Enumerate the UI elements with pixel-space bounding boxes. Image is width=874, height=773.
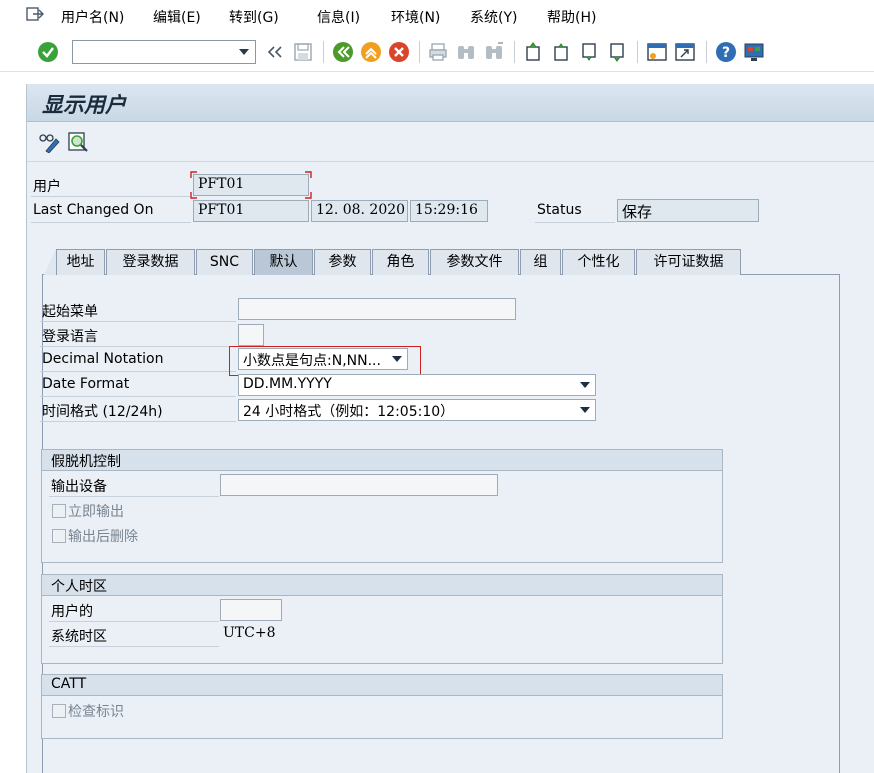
last-changed-time-field: 15:29:16 <box>410 200 488 222</box>
tab-groups[interactable]: 组 <box>520 249 561 275</box>
save-icon[interactable] <box>292 41 314 63</box>
find-icon[interactable] <box>455 41 477 63</box>
last-page-icon[interactable] <box>606 41 628 63</box>
menu-system[interactable]: 系统(Y) <box>470 7 517 27</box>
system-timezone-value: UTC+8 <box>223 625 276 641</box>
last-changed-label: Last Changed On <box>33 202 154 218</box>
spool-control-group: 假脱机控制 输出设备 立即输出 输出后删除 <box>41 449 723 563</box>
standard-toolbar: ? <box>0 32 874 72</box>
tab-strip: 地址 登录数据 SNC 默认 参数 角色 参数文件 组 个性化 许可证数据 <box>42 249 842 275</box>
print-icon[interactable] <box>427 41 449 63</box>
date-format-value: DD.MM.YYYY <box>243 376 332 392</box>
personal-timezone-group: 个人时区 用户的 系统时区 UTC+8 <box>41 574 723 664</box>
last-changed-date-field: 12. 08. 2020 <box>311 200 408 222</box>
chevron-down-icon[interactable] <box>239 49 249 55</box>
group-header: CATT <box>42 675 722 696</box>
print-immediately-checkbox[interactable] <box>52 504 66 518</box>
tab-license-data[interactable]: 许可证数据 <box>636 249 741 275</box>
spool-control-title: 假脱机控制 <box>51 454 121 470</box>
logon-language-field[interactable] <box>238 324 264 346</box>
application-toolbar <box>27 122 874 162</box>
start-menu-label: 起始菜单 <box>42 304 98 320</box>
next-page-icon[interactable] <box>578 41 600 63</box>
output-device-label: 输出设备 <box>51 479 107 495</box>
main-frame: 显示用户 用户 PFT01 Last Changed On PFT01 12. … <box>26 84 874 773</box>
logon-language-label: 登录语言 <box>42 329 98 345</box>
tab-snc[interactable]: SNC <box>196 249 253 275</box>
menu-bar: 用户名(N) 编辑(E) 转到(G) 信息(I) 环境(N) 系统(Y) 帮助(… <box>0 0 874 32</box>
catt-title: CATT <box>51 676 87 692</box>
cancel-icon[interactable] <box>388 41 410 63</box>
user-timezone-field[interactable] <box>220 599 282 621</box>
time-format-label: 时间格式 (12/24h) <box>42 404 163 420</box>
last-changed-user-field: PFT01 <box>193 200 309 222</box>
title-bar: 显示用户 <box>27 84 874 122</box>
print-immediately-label: 立即输出 <box>68 504 124 520</box>
help-icon[interactable]: ? <box>715 41 737 63</box>
chevron-down-icon[interactable] <box>580 382 590 388</box>
prev-page-icon[interactable] <box>550 41 572 63</box>
start-menu-field[interactable] <box>238 298 516 320</box>
toolbar-spacer <box>0 72 874 84</box>
exit-session-icon[interactable] <box>26 6 44 22</box>
status-field: 保存 <box>617 199 759 222</box>
tab-roles[interactable]: 角色 <box>372 249 429 275</box>
group-header: 个人时区 <box>42 575 722 596</box>
date-format-label: Date Format <box>42 376 130 392</box>
tab-parameters[interactable]: 参数 <box>314 249 371 275</box>
command-field[interactable] <box>72 40 256 64</box>
tab-defaults[interactable]: 默认 <box>254 249 313 275</box>
chevron-down-icon[interactable] <box>580 407 590 413</box>
output-device-field[interactable] <box>220 474 498 496</box>
check-flag-checkbox[interactable] <box>52 704 66 718</box>
double-left-icon[interactable] <box>264 41 286 63</box>
user-timezone-label: 用户的 <box>51 604 93 620</box>
delete-after-output-checkbox[interactable] <box>52 529 66 543</box>
group-header: 假脱机控制 <box>42 450 722 471</box>
menu-user-name[interactable]: 用户名(N) <box>61 7 124 27</box>
menu-help[interactable]: 帮助(H) <box>547 7 596 27</box>
other-user-icon[interactable] <box>67 131 89 153</box>
delete-after-output-label: 输出后删除 <box>68 529 138 545</box>
new-session-icon[interactable] <box>646 41 668 63</box>
highlight-box <box>229 346 421 376</box>
user-label: 用户 <box>33 179 61 195</box>
tab-address[interactable]: 地址 <box>56 249 105 275</box>
display-change-icon[interactable] <box>38 131 60 153</box>
menu-info[interactable]: 信息(I) <box>317 7 360 27</box>
svg-text:?: ? <box>722 45 730 61</box>
first-page-icon[interactable] <box>522 41 544 63</box>
time-format-dropdown[interactable]: 24 小时格式（例如：12:05:10） <box>238 399 596 421</box>
catt-group: CATT 检查标识 <box>41 674 723 739</box>
shortcut-icon[interactable] <box>674 41 696 63</box>
menu-environment[interactable]: 环境(N) <box>391 7 440 27</box>
layout-icon[interactable] <box>743 41 765 63</box>
tab-profiles[interactable]: 参数文件 <box>430 249 519 275</box>
date-format-dropdown[interactable]: DD.MM.YYYY <box>238 374 596 396</box>
menu-goto[interactable]: 转到(G) <box>229 7 279 27</box>
status-label: Status <box>537 202 582 218</box>
exit-icon[interactable] <box>360 41 382 63</box>
enter-icon[interactable] <box>37 41 59 63</box>
decimal-notation-label: Decimal Notation <box>42 351 164 367</box>
menu-edit[interactable]: 编辑(E) <box>153 7 201 27</box>
focus-frame <box>190 171 312 199</box>
time-format-value: 24 小时格式（例如：12:05:10） <box>243 404 455 420</box>
back-icon[interactable] <box>332 41 354 63</box>
tab-logon-data[interactable]: 登录数据 <box>106 249 195 275</box>
personal-timezone-title: 个人时区 <box>51 579 107 595</box>
tab-personalization[interactable]: 个性化 <box>562 249 635 275</box>
find-next-icon[interactable] <box>483 41 505 63</box>
system-timezone-label: 系统时区 <box>51 629 107 645</box>
check-flag-label: 检查标识 <box>68 704 124 720</box>
page-title: 显示用户 <box>42 92 126 117</box>
